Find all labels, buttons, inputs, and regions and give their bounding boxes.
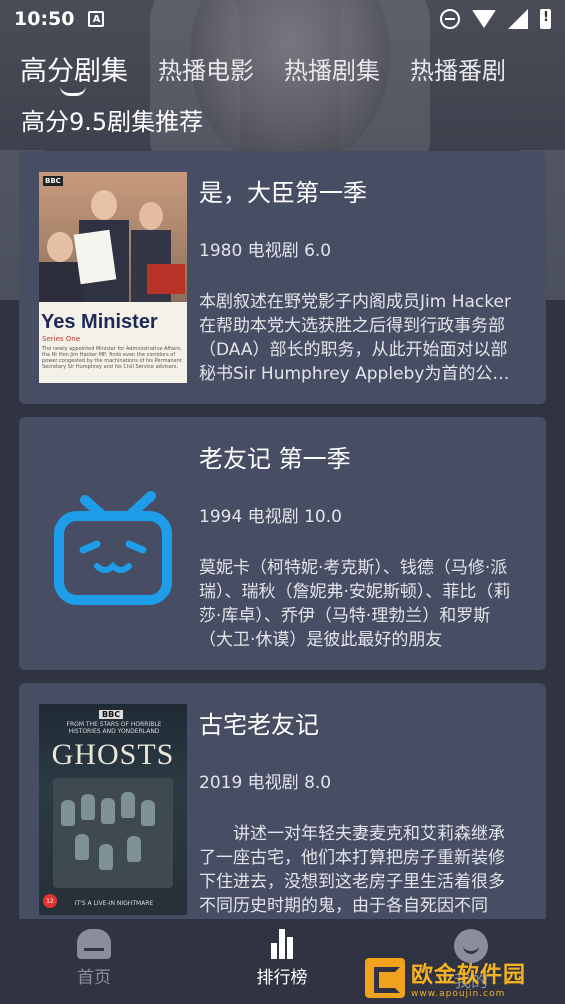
- poster-red-box: [147, 264, 185, 294]
- item-title: 古宅老友记: [199, 711, 319, 739]
- poster-figure-head: [47, 232, 73, 262]
- chart-bar: [287, 937, 293, 959]
- list-item[interactable]: BBC FROM THE STARS OF HORRIBLE HISTORIES…: [19, 683, 546, 919]
- poster-figure-head: [139, 202, 163, 230]
- poster-figure-head: [91, 190, 117, 220]
- tab-hot-series[interactable]: 热播剧集: [284, 51, 380, 86]
- chart-icon: [265, 929, 299, 959]
- poster-ghost-figure: [75, 834, 89, 860]
- battery-alert-icon: [540, 9, 551, 29]
- tab-label: 热播电影: [158, 56, 254, 85]
- poster-ghost-figure: [141, 800, 155, 826]
- poster-ghost-figure: [99, 844, 113, 870]
- item-title: 是，大臣第一季: [199, 179, 367, 207]
- poster-age-rating: 12: [43, 894, 57, 908]
- watermark: 欧金软件园 www.apoujin.com: [365, 955, 560, 1001]
- watermark-name: 欧金软件园: [411, 963, 527, 988]
- nav-ranking[interactable]: 排行榜: [222, 929, 342, 988]
- poster-image: BBC FROM THE STARS OF HORRIBLE HISTORIES…: [39, 704, 187, 915]
- item-meta: 1980 电视剧 6.0: [199, 241, 332, 261]
- list-item[interactable]: 老友记 第一季 1994 电视剧 10.0 莫妮卡（柯特妮·考克斯）、钱德（马修…: [19, 417, 546, 670]
- poster-ghost-figure: [121, 792, 135, 818]
- poster-ghost-figure: [101, 798, 115, 824]
- poster-ghost-figure: [81, 794, 95, 820]
- poster-badge: BBC: [99, 710, 124, 719]
- tab-hot-movies[interactable]: 热播电影: [158, 51, 254, 86]
- poster-title: GHOSTS: [51, 738, 175, 771]
- poster-badge: BBC: [43, 176, 63, 186]
- chart-bar: [279, 929, 285, 959]
- poster-image: BBC Yes Minister Series One The newly ap…: [39, 172, 187, 383]
- tab-hot-anime[interactable]: 热播番剧: [410, 51, 506, 86]
- watermark-text: 欧金软件园 www.apoujin.com: [411, 957, 526, 999]
- item-meta: 1994 电视剧 10.0: [199, 507, 342, 527]
- chart-bar: [271, 943, 277, 959]
- tab-label: 高分剧集: [20, 55, 128, 87]
- status-time: 10:50: [14, 8, 75, 30]
- list-item[interactable]: BBC Yes Minister Series One The newly ap…: [19, 151, 546, 404]
- nav-label: 首页: [77, 968, 111, 988]
- status-bar: 10:50 A: [0, 0, 565, 38]
- poster-photo: BBC: [39, 172, 187, 302]
- series-list[interactable]: BBC Yes Minister Series One The newly ap…: [19, 151, 546, 919]
- watermark-logo-icon: [365, 958, 405, 998]
- status-icons: [440, 9, 551, 29]
- signal-icon: [508, 9, 528, 29]
- poster-house: [53, 778, 173, 888]
- tv-mascot-icon: [54, 491, 172, 605]
- nav-home[interactable]: 首页: [34, 929, 154, 988]
- tab-high-score-series[interactable]: 高分剧集: [20, 49, 128, 96]
- wifi-icon: [472, 10, 496, 28]
- tab-label: 热播剧集: [284, 56, 380, 85]
- poster-subtitle: Series One: [42, 335, 81, 343]
- watermark-url: www.apoujin.com: [411, 989, 506, 999]
- poster-ghost-figure: [127, 836, 141, 862]
- section-title: 高分9.5剧集推荐: [21, 108, 204, 136]
- poster-papers: [73, 229, 117, 285]
- item-title: 老友记 第一季: [199, 445, 351, 473]
- item-description: 讲述一对年轻夫妻麦克和艾莉森继承了一座古宅，他们本打算把房子重新装修下住进去，没…: [199, 824, 505, 916]
- item-meta: 2019 电视剧 8.0: [199, 773, 332, 793]
- do-not-disturb-icon: [440, 9, 460, 29]
- notification-a-icon: A: [88, 11, 105, 27]
- poster-title: Yes Minister: [41, 311, 158, 333]
- category-tabs: 高分剧集 热播电影 热播剧集 热播番剧: [0, 44, 565, 96]
- nav-label: 排行榜: [256, 968, 308, 988]
- poster-ghost-figure: [61, 800, 75, 826]
- poster-image: [39, 438, 187, 649]
- poster-caption: IT'S A LIVE-IN NIGHTMARE: [74, 900, 154, 907]
- poster-blurb: The newly appointed Minister for Adminis…: [42, 346, 182, 370]
- tab-label: 热播番剧: [410, 56, 506, 85]
- home-icon: [77, 929, 111, 959]
- item-description: 本剧叙述在野党影子内阁成员Jim Hacker在帮助本党大选获胜之后得到行政事务…: [199, 292, 511, 384]
- poster-tagline: FROM THE STARS OF HORRIBLE HISTORIES AND…: [66, 721, 162, 735]
- item-description: 莫妮卡（柯特妮·考克斯）、钱德（马修·派瑞）、瑞秋（詹妮弗·安妮斯顿）、菲比（莉…: [199, 558, 511, 650]
- poster-figure: [39, 262, 83, 302]
